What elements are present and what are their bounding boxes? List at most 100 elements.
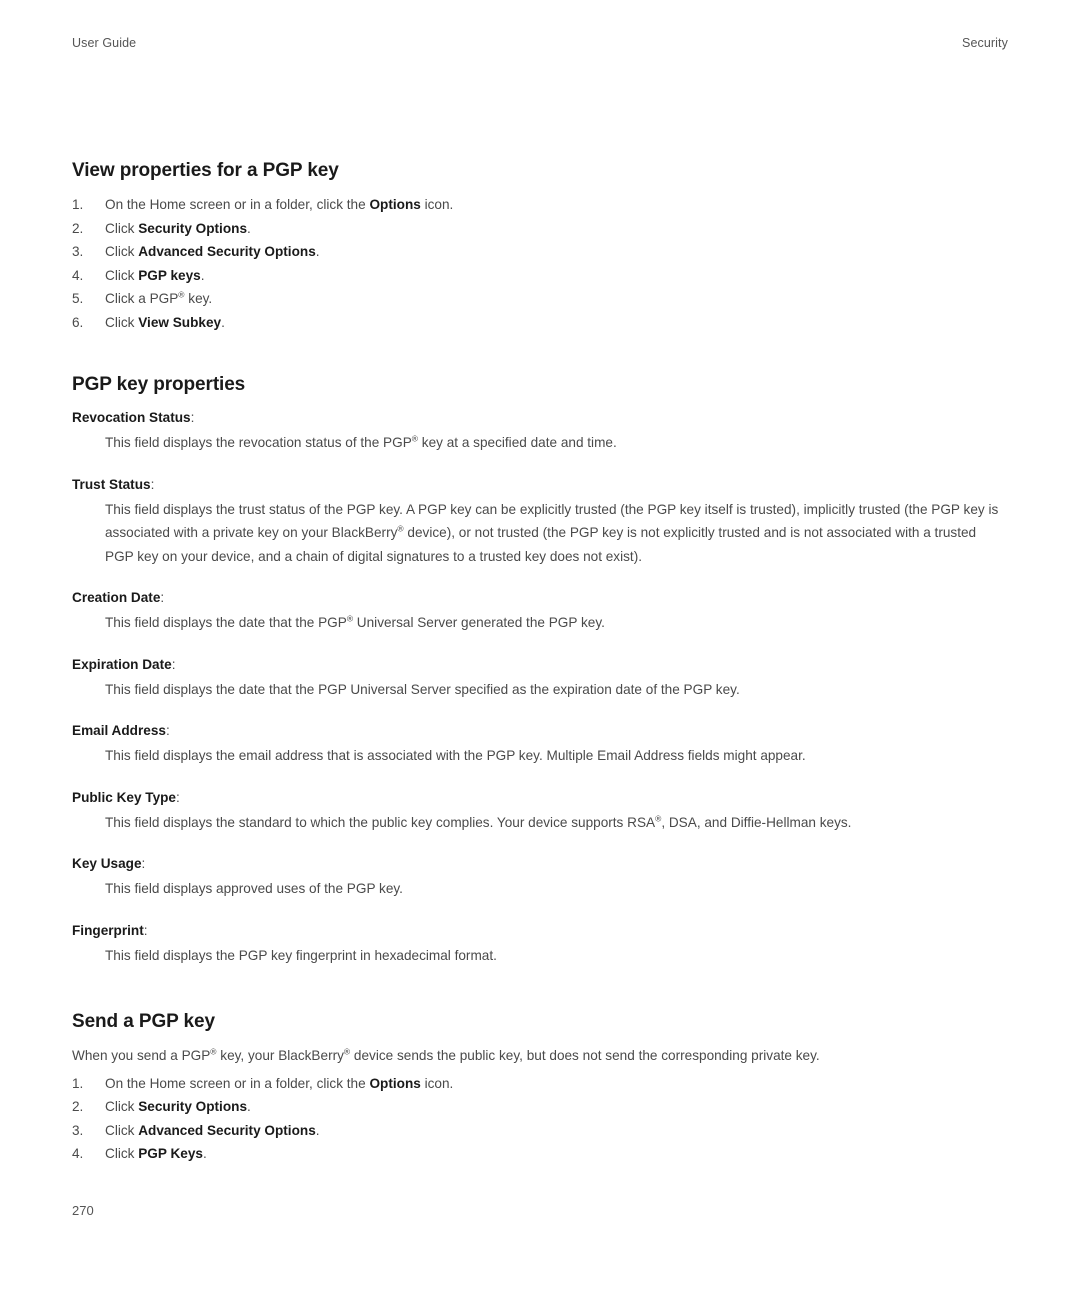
step-text-tail: icon. — [420, 1075, 454, 1091]
property-definition: Fingerprint: This field displays the PGP … — [72, 920, 1008, 968]
registered-trademark-symbol: ® — [210, 1046, 217, 1057]
property-definition: Expiration Date: This field displays the … — [72, 654, 1008, 702]
property-term-colon: : — [190, 410, 195, 425]
step-number: 1. — [72, 1075, 84, 1091]
procedure-step: 2. Click Security Options. — [72, 217, 1008, 241]
property-definition: Public Key Type: This field displays the … — [72, 787, 1008, 835]
step-text: Click — [105, 267, 139, 283]
step-text: Click — [105, 1122, 139, 1138]
registered-trademark-symbol: ® — [411, 433, 418, 444]
step-text: On the Home screen or in a folder, click… — [105, 197, 370, 212]
step-number: 3. — [72, 1122, 84, 1138]
step-ui-label: Advanced Security Options — [138, 1122, 316, 1138]
procedure-step: 3. Click Advanced Security Options. — [72, 1119, 1008, 1143]
property-term: Key Usage: — [72, 853, 1008, 874]
step-number: 2. — [72, 220, 84, 236]
step-ui-label: Security Options — [138, 220, 248, 236]
step-text-tail: . — [247, 220, 251, 236]
procedure-step: 2. Click Security Options. — [72, 1095, 1008, 1119]
registered-trademark-symbol: ® — [346, 613, 354, 624]
definition-list-pgp-key-properties: Revocation Status: This field displays th… — [72, 407, 1008, 967]
section-heading-send-pgp-key: Send a PGP key — [72, 1011, 215, 1032]
procedure-step: 4. Click PGP keys. — [72, 264, 1008, 288]
document-page: User Guide Security View properties for … — [0, 0, 1080, 1296]
step-number: 4. — [72, 267, 84, 283]
procedure-list-view-properties: 1. On the Home screen or in a folder, cli… — [72, 193, 1008, 334]
property-term: Creation Date: — [72, 587, 1008, 608]
registered-trademark-symbol: ® — [397, 523, 404, 534]
step-text-tail: . — [200, 267, 205, 283]
procedure-step: 1. On the Home screen or in a folder, cli… — [72, 1072, 1008, 1096]
section-heading-pgp-key-properties: PGP key properties — [72, 374, 246, 395]
property-term: Fingerprint: — [72, 920, 1008, 941]
section-heading-view-properties: View properties for a PGP key — [72, 160, 339, 181]
property-term-label: Fingerprint — [72, 922, 144, 938]
property-term: Revocation Status: — [72, 407, 1008, 428]
property-term-label: Creation Date — [72, 590, 161, 605]
intro-paragraph-send-pgp-key: When you send a PGP® key, your BlackBerr… — [72, 1046, 820, 1063]
step-text-tail: . — [202, 1146, 207, 1161]
property-definition: Key Usage: This field displays approved u… — [72, 853, 1008, 901]
step-ui-label: PGP keys — [138, 267, 201, 283]
property-term-colon: : — [160, 590, 165, 605]
property-term-colon: : — [171, 656, 176, 672]
page-number: 270 — [72, 1203, 94, 1218]
property-term: Email Address: — [72, 720, 1008, 741]
registered-trademark-symbol: ® — [655, 812, 662, 823]
procedure-step: 4. Click PGP Keys. — [72, 1142, 1008, 1166]
step-text-tail: . — [315, 244, 320, 259]
running-head: User Guide Security — [72, 36, 1008, 50]
property-description: This field displays the PGP key fingerpr… — [105, 947, 497, 963]
property-term-label: Key Usage — [72, 856, 142, 871]
property-term: Expiration Date: — [72, 654, 1008, 675]
property-definition: Revocation Status: This field displays th… — [72, 407, 1008, 455]
step-number: 2. — [72, 1099, 84, 1114]
step-text-tail: . — [221, 314, 225, 330]
property-term: Public Key Type: — [72, 787, 1008, 808]
procedure-step: 6. Click View Subkey. — [72, 311, 1008, 335]
page-content: View properties for a PGP key 1. On the H… — [72, 160, 1008, 1166]
running-head-right: Security — [962, 36, 1008, 50]
property-term-label: Expiration Date — [72, 656, 172, 672]
property-term-label: Revocation Status — [72, 410, 191, 425]
step-number: 5. — [72, 291, 84, 306]
property-description: This field displays the trust status of … — [105, 501, 999, 564]
property-term-colon: : — [143, 922, 148, 938]
step-text: Click — [105, 314, 139, 330]
step-text: Click — [105, 1146, 139, 1161]
property-definition: Trust Status: This field displays the tru… — [72, 474, 1008, 569]
procedure-step: 5. Click a PGP® key. — [72, 287, 1008, 311]
step-ui-label: Options — [369, 197, 421, 212]
property-term-label: Trust Status — [72, 476, 151, 492]
registered-trademark-symbol: ® — [178, 289, 185, 300]
step-number: 1. — [72, 197, 84, 212]
step-text: Click — [105, 1099, 139, 1114]
step-number: 6. — [72, 314, 84, 330]
registered-trademark-symbol: ® — [343, 1046, 351, 1057]
running-head-left: User Guide — [72, 36, 137, 50]
procedure-step: 1. On the Home screen or in a folder, cli… — [72, 193, 1008, 217]
procedure-list-send-pgp-key: 1. On the Home screen or in a folder, cli… — [72, 1072, 1008, 1166]
step-text: On the Home screen or in a folder, click… — [105, 1075, 370, 1091]
step-text: Click a PGP® key. — [105, 289, 213, 306]
step-ui-label: Options — [369, 1075, 421, 1091]
property-description: This field displays the email address th… — [105, 748, 806, 763]
property-term-colon: : — [141, 856, 146, 871]
property-description: This field displays the revocation statu… — [105, 433, 617, 450]
procedure-step: 3. Click Advanced Security Options. — [72, 240, 1008, 264]
property-term-colon: : — [176, 789, 180, 805]
step-text: Click — [105, 244, 139, 259]
property-definition: Creation Date: This field displays the da… — [72, 587, 1008, 635]
step-text-tail: icon. — [420, 197, 454, 212]
property-description: This field displays the date that the PG… — [105, 613, 605, 630]
step-text-tail: . — [315, 1122, 320, 1138]
property-term-label: Public Key Type — [72, 789, 176, 805]
property-description: This field displays the standard to whic… — [105, 812, 852, 830]
step-ui-label: View Subkey — [138, 314, 222, 330]
step-text: Click — [105, 220, 139, 236]
step-ui-label: Security Options — [138, 1099, 248, 1114]
property-definition: Email Address: This field displays the em… — [72, 720, 1008, 768]
step-number: 4. — [72, 1146, 84, 1161]
property-description: This field displays approved uses of the… — [105, 881, 403, 896]
property-description: This field displays the date that the PG… — [105, 681, 740, 697]
